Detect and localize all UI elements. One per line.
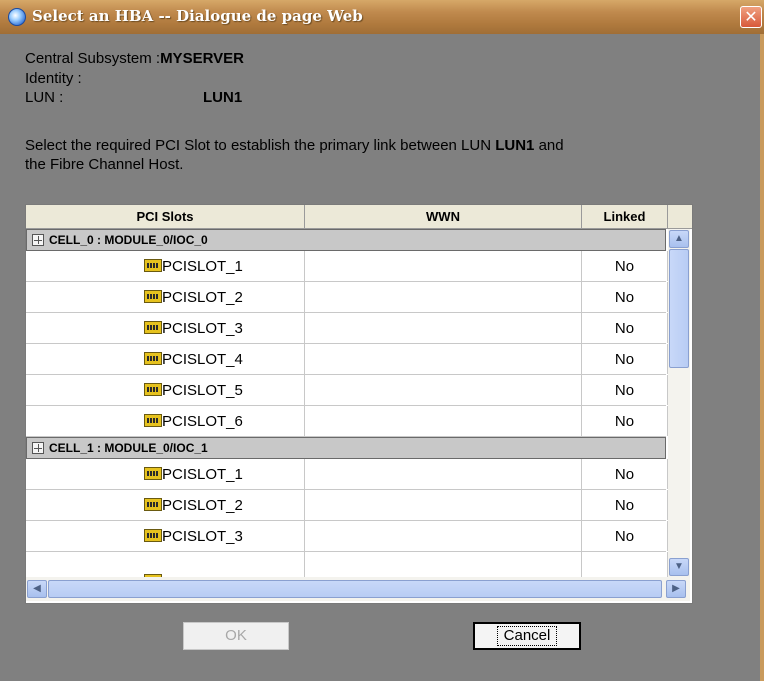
instruction-lun: LUN1: [495, 137, 535, 154]
window-title: Select an HBA -- Dialogue de page Web: [32, 7, 363, 25]
wwn-cell: [305, 375, 582, 405]
table-row-partial[interactable]: [26, 552, 668, 577]
instruction-line-1: Select the required PCI Slot to establis…: [25, 137, 564, 154]
instruction-text: Select the required PCI Slot to establis…: [25, 137, 492, 154]
column-header-pci-slots[interactable]: PCI Slots: [26, 205, 305, 229]
pci-slot-icon: [144, 352, 162, 365]
vertical-scroll-thumb[interactable]: [669, 249, 689, 368]
slot-name: PCISLOT_2: [162, 289, 243, 306]
horizontal-scroll-thumb[interactable]: [48, 580, 662, 598]
wwn-cell: [305, 521, 582, 551]
group-label: CELL_0 : MODULE_0/IOC_0: [49, 233, 208, 247]
table-row[interactable]: PCISLOT_1 No: [26, 251, 668, 282]
table-row[interactable]: PCISLOT_2 No: [26, 490, 668, 521]
slot-name: PCISLOT_3: [162, 320, 243, 337]
slot-name: PCISLOT_1: [162, 258, 243, 275]
dialog-window: Select an HBA -- Dialogue de page Web ✕ …: [0, 0, 764, 681]
cancel-button[interactable]: Cancel: [473, 622, 581, 650]
instruction-and: and: [538, 137, 564, 154]
slot-name: PCISLOT_2: [162, 497, 243, 514]
group-row[interactable]: CELL_1 : MODULE_0/IOC_1: [26, 437, 666, 459]
subsystem-line: Central Subsystem :MYSERVER: [25, 50, 244, 67]
linked-value: No: [614, 382, 635, 399]
pci-slot-icon: [144, 414, 162, 427]
table-row[interactable]: PCISLOT_3 No: [26, 313, 668, 344]
pci-slot-icon: [144, 529, 162, 542]
scroll-right-button[interactable]: ▶: [666, 580, 686, 598]
instruction-line-2: the Fibre Channel Host.: [25, 156, 184, 173]
expand-collapse-icon[interactable]: [32, 234, 44, 246]
title-bar[interactable]: Select an HBA -- Dialogue de page Web ✕: [0, 0, 764, 34]
chevron-right-icon: ▶: [672, 583, 680, 594]
wwn-cell: [305, 490, 582, 520]
ok-button[interactable]: OK: [183, 622, 289, 650]
lun-value: LUN1: [203, 89, 243, 106]
wwn-cell: [305, 552, 582, 577]
linked-value: No: [614, 320, 635, 337]
vertical-scrollbar[interactable]: ▲ ▼: [668, 229, 690, 577]
column-header-wwn[interactable]: WWN: [305, 205, 582, 229]
pci-slot-icon: [144, 290, 162, 303]
scroll-down-button[interactable]: ▼: [669, 558, 689, 576]
column-header-linked[interactable]: Linked: [582, 205, 668, 229]
group-row[interactable]: CELL_0 : MODULE_0/IOC_0: [26, 229, 666, 251]
window-border: [760, 34, 764, 681]
wwn-cell: [305, 251, 582, 281]
table-row[interactable]: PCISLOT_4 No: [26, 344, 668, 375]
table-row[interactable]: PCISLOT_1 No: [26, 459, 668, 490]
subsystem-value: MYSERVER: [160, 50, 244, 67]
subsystem-label: Central Subsystem :: [25, 50, 161, 67]
pci-slot-icon: [144, 383, 162, 396]
pci-slot-icon: [144, 467, 162, 480]
slot-name: PCISLOT_5: [162, 382, 243, 399]
scroll-left-button[interactable]: ◀: [27, 580, 47, 598]
table-row[interactable]: PCISLOT_3 No: [26, 521, 668, 552]
cancel-button-label: Cancel: [496, 626, 558, 646]
expand-collapse-icon[interactable]: [32, 442, 44, 454]
horizontal-scrollbar[interactable]: ◀ ▶: [26, 577, 690, 601]
slot-name: PCISLOT_6: [162, 413, 243, 430]
linked-cell: [582, 552, 668, 577]
linked-value: No: [614, 466, 635, 483]
wwn-cell: [305, 313, 582, 343]
wwn-cell: [305, 344, 582, 374]
group-label: CELL_1 : MODULE_0/IOC_1: [49, 441, 208, 455]
table-row[interactable]: PCISLOT_5 No: [26, 375, 668, 406]
linked-value: No: [614, 528, 635, 545]
internet-explorer-icon: [8, 8, 26, 26]
wwn-cell: [305, 406, 582, 436]
chevron-left-icon: ◀: [33, 583, 41, 594]
scroll-up-button[interactable]: ▲: [669, 230, 689, 248]
close-button[interactable]: ✕: [740, 6, 762, 28]
linked-value: No: [614, 351, 635, 368]
pci-slot-icon: [144, 321, 162, 334]
linked-value: No: [614, 258, 635, 275]
slot-name: PCISLOT_4: [162, 351, 243, 368]
chevron-up-icon: ▲: [674, 233, 684, 244]
linked-value: No: [614, 413, 635, 430]
pci-slot-icon: [144, 259, 162, 272]
linked-value: No: [614, 289, 635, 306]
wwn-cell: [305, 282, 582, 312]
identity-label: Identity :: [25, 70, 82, 87]
slot-name: PCISLOT_1: [162, 466, 243, 483]
pci-slot-icon: [144, 498, 162, 511]
chevron-down-icon: ▼: [674, 561, 684, 572]
linked-value: No: [614, 497, 635, 514]
lun-label: LUN :: [25, 89, 64, 106]
table-row[interactable]: PCISLOT_2 No: [26, 282, 668, 313]
pci-slot-grid: PCI Slots WWN Linked CELL_0 : MODULE_0/I…: [25, 204, 693, 604]
column-header-filler: [668, 205, 692, 229]
table-row[interactable]: PCISLOT_6 No: [26, 406, 668, 437]
wwn-cell: [305, 459, 582, 489]
slot-name: PCISLOT_3: [162, 528, 243, 545]
